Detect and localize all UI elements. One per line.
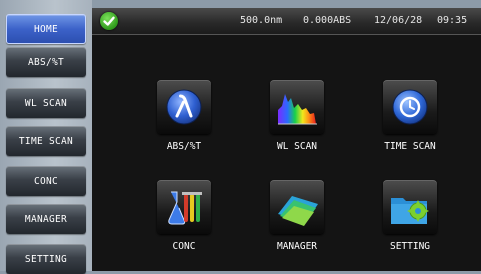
spectrum-icon [270, 80, 324, 134]
time-readout: 09:35 [437, 15, 468, 26]
tile-conc[interactable]: CONC [134, 180, 234, 260]
tile-label: MANAGER [276, 241, 318, 252]
sidebar: HOME ABS/%T WL SCAN TIME SCAN CONC MANAG… [0, 0, 92, 274]
sidebar-item-setting[interactable]: SETTING [6, 244, 86, 274]
sidebar-item-conc[interactable]: CONC [6, 166, 86, 196]
tile-label: TIME SCAN [384, 141, 436, 152]
clock-icon [383, 80, 437, 134]
sidebar-item-home[interactable]: HOME [6, 14, 86, 44]
tile-time-scan[interactable]: TIME SCAN [360, 80, 460, 160]
tile-abs-t[interactable]: ABS/%T [134, 80, 234, 160]
status-bar: 500.0nm 0.000ABS 12/06/28 09:35 [92, 8, 481, 35]
sidebar-item-manager[interactable]: MANAGER [6, 204, 86, 234]
sidebar-item-abs-t[interactable]: ABS/%T [6, 47, 86, 77]
gear-folder-icon [383, 180, 437, 234]
check-circle-icon [100, 12, 118, 30]
tile-manager[interactable]: MANAGER [247, 180, 347, 260]
main-panel: 500.0nm 0.000ABS 12/06/28 09:35 ABS/%T W… [92, 8, 481, 271]
wavelength-readout: 500.0nm [240, 15, 283, 26]
tile-setting[interactable]: SETTING [360, 180, 460, 260]
absorbance-readout: 0.000ABS [303, 15, 352, 26]
tile-wl-scan[interactable]: WL SCAN [247, 80, 347, 160]
tile-label: CONC [172, 241, 196, 252]
sidebar-item-time-scan[interactable]: TIME SCAN [6, 126, 86, 156]
lambda-icon [157, 80, 211, 134]
tile-label: ABS/%T [166, 141, 202, 152]
date-readout: 12/06/28 [374, 15, 423, 26]
tile-label: SETTING [389, 241, 431, 252]
flask-icon [157, 180, 211, 234]
sidebar-item-wl-scan[interactable]: WL SCAN [6, 88, 86, 118]
folders-icon [270, 180, 324, 234]
tile-label: WL SCAN [276, 141, 318, 152]
